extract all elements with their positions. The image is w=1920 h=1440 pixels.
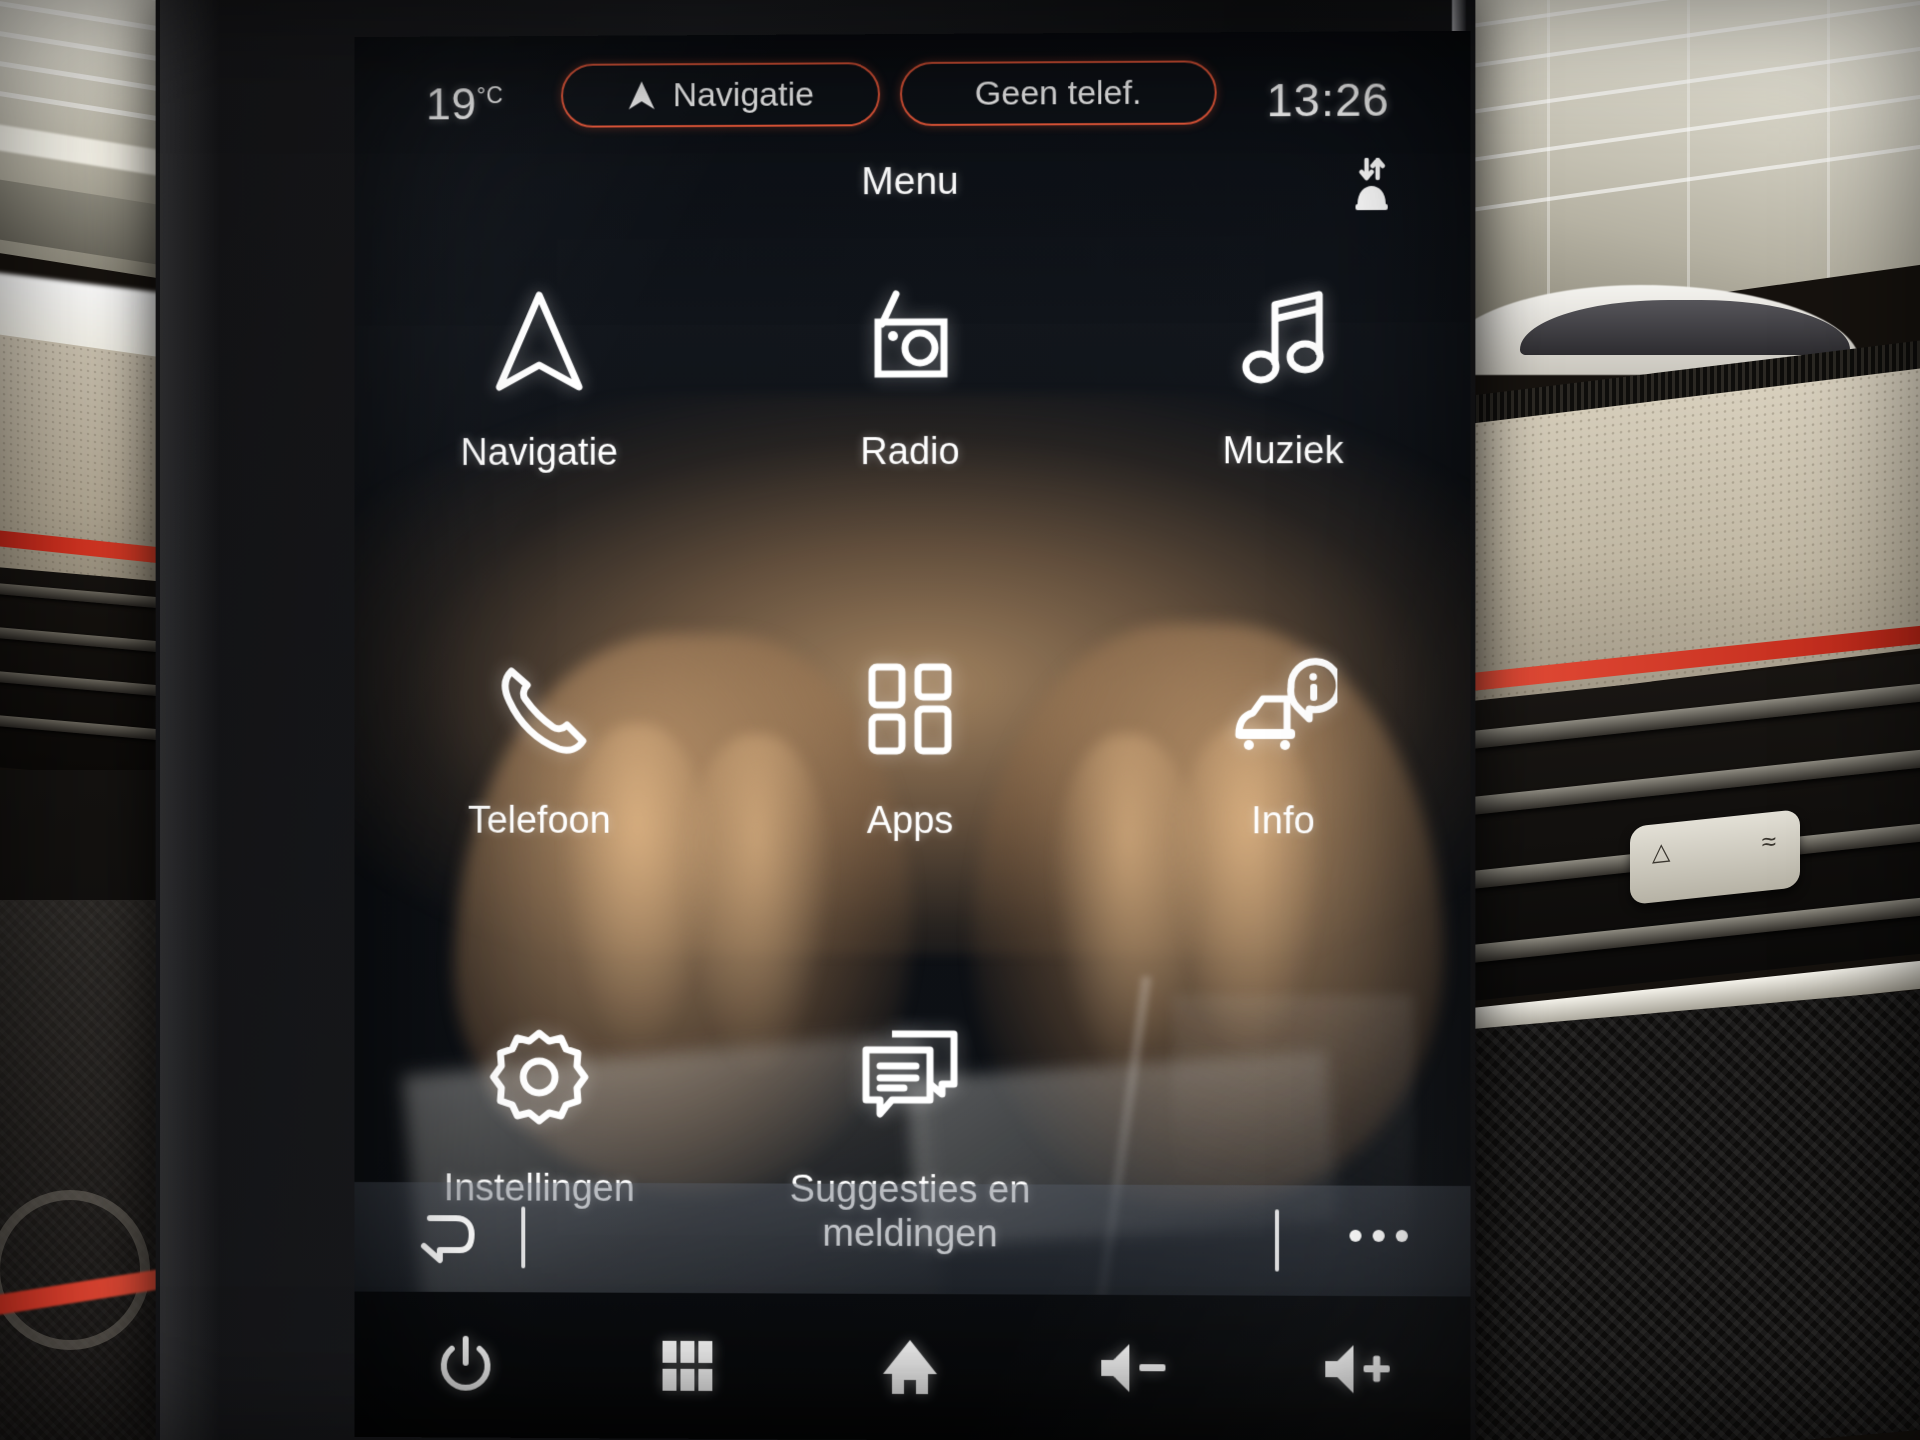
menu-item-label: Telefoon [467, 799, 611, 842]
more-options-icon[interactable] [1349, 1229, 1408, 1243]
app-toolbar [354, 1182, 1471, 1297]
apps-grid-icon [662, 1340, 713, 1391]
title-bar: Menu [355, 157, 1471, 232]
navigation-arrow-icon [493, 283, 584, 399]
home-button[interactable] [799, 1335, 1022, 1398]
toolbar-divider-left [521, 1206, 526, 1269]
menu-item-label: Muziek [1222, 429, 1344, 473]
status-pill-phone[interactable]: Geen telef. [900, 60, 1217, 127]
status-pill-navigation-label: Navigatie [672, 75, 814, 114]
menu-item-label: Navigatie [460, 431, 618, 474]
airflow-wave-icon: ≈ [1761, 825, 1776, 858]
menu-grid: Navigatie Radio Muziek Telefoon Apps Inf… [355, 280, 1471, 1260]
carbon-trim-right [1420, 986, 1920, 1440]
outside-temperature: 19°C [426, 78, 503, 130]
temperature-value: 19 [425, 78, 477, 130]
apps-grid-icon [862, 651, 958, 767]
apps-button[interactable] [576, 1338, 798, 1393]
menu-item-apps[interactable]: Apps [724, 651, 1096, 844]
air-recirculation-icon[interactable] [1345, 158, 1397, 216]
volume-down-icon [1101, 1343, 1166, 1393]
volume-up-button[interactable] [1246, 1341, 1471, 1398]
power-button[interactable] [355, 1334, 577, 1395]
radio-icon [858, 282, 962, 398]
volume-down-button[interactable] [1022, 1340, 1246, 1397]
phone-handset-icon [489, 651, 588, 767]
menu-item-telefoon[interactable]: Telefoon [355, 651, 725, 844]
menu-item-radio[interactable]: Radio [724, 281, 1096, 475]
menu-item-label: Info [1251, 799, 1315, 843]
menu-item-info[interactable]: Info [1096, 650, 1470, 844]
back-arrow-icon[interactable] [416, 1208, 478, 1266]
vent-triangle-icon: △ [1652, 837, 1671, 867]
navigation-arrow-icon [628, 81, 655, 110]
messages-icon [858, 1020, 962, 1136]
home-icon [883, 1340, 937, 1395]
temperature-unit: °C [476, 82, 504, 109]
hardware-bar [354, 1291, 1471, 1440]
power-icon [437, 1335, 493, 1395]
music-note-icon [1235, 280, 1332, 397]
status-pill-navigation[interactable]: Navigatie [561, 62, 881, 128]
menu-row-2: Telefoon Apps Info [355, 650, 1471, 844]
page-title: Menu [861, 159, 959, 204]
volume-up-icon [1325, 1345, 1391, 1394]
status-bar: 19°C Navigatie Geen telef. 13:26 [355, 31, 1471, 159]
clock: 13:26 [1266, 72, 1390, 127]
menu-item-label: Apps [866, 799, 954, 842]
car-interior-photo: △ ≈ 19°C Navigatie Geen telef. 13:26 Men… [0, 0, 1920, 1440]
toolbar-divider-right [1274, 1209, 1280, 1272]
menu-item-navigatie[interactable]: Navigatie [355, 283, 725, 476]
status-pill-phone-label: Geen telef. [974, 73, 1142, 113]
menu-item-label: Radio [860, 430, 960, 474]
menu-item-muziek[interactable]: Muziek [1096, 280, 1470, 474]
infotainment-screen[interactable]: 19°C Navigatie Geen telef. 13:26 Menu Na… [354, 30, 1471, 1440]
gear-icon [489, 1019, 588, 1135]
menu-row-1: Navigatie Radio Muziek [355, 280, 1471, 476]
car-info-icon [1229, 651, 1338, 767]
